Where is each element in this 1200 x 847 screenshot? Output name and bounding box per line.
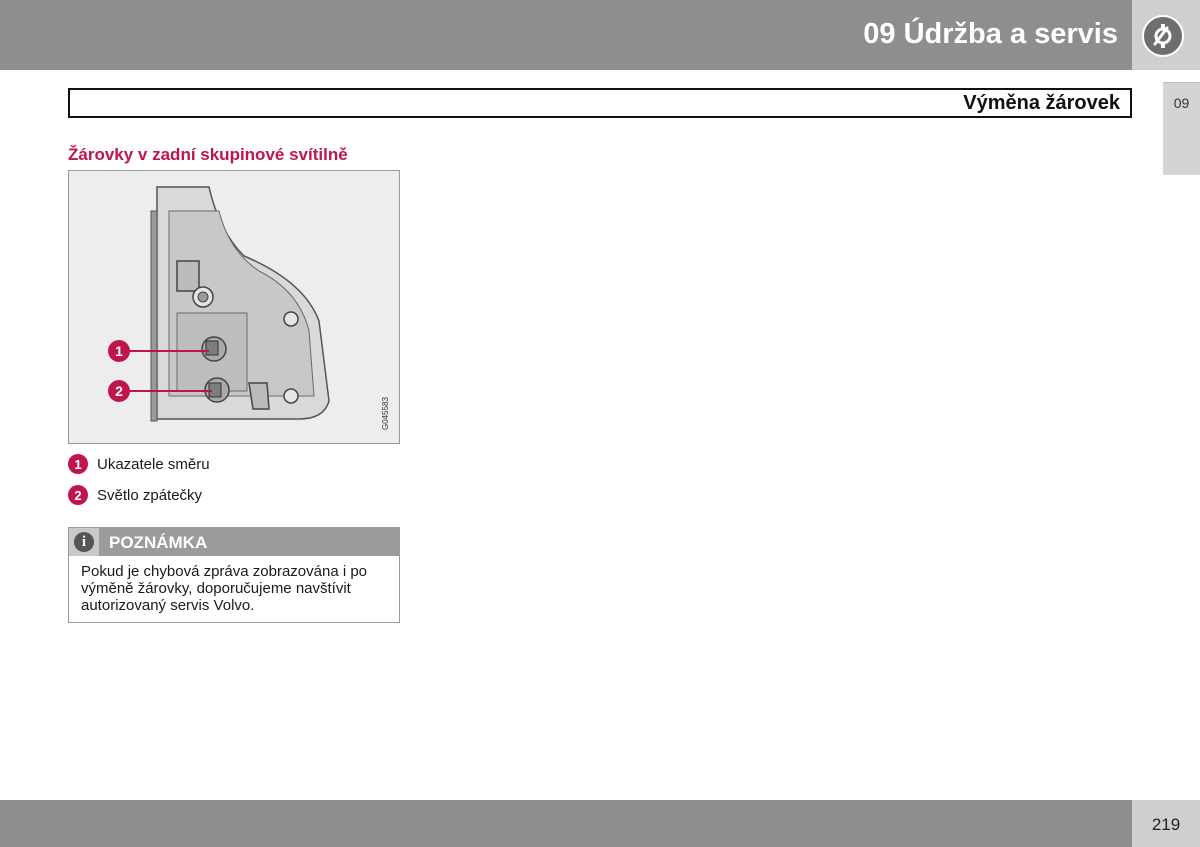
- figure-code: G045583: [381, 397, 390, 430]
- subheading: Žárovky v zadní skupinové svítilně: [68, 145, 348, 164]
- legend-number-2: 2: [68, 485, 88, 505]
- page-number: 219: [1151, 815, 1181, 834]
- note-icon-box: i: [69, 528, 99, 556]
- chapter-side-tab[interactable]: 09: [1163, 82, 1200, 175]
- legend-label-1: Ukazatele směru: [97, 455, 210, 473]
- legend-item: 1 Ukazatele směru: [68, 453, 210, 475]
- tail-light-figure: 1 2 G045583: [68, 170, 400, 444]
- note-box: i POZNÁMKA Pokud je chybová zpráva zobra…: [68, 527, 400, 623]
- section-title: Výměna žárovek: [963, 92, 1120, 114]
- tail-light-illustration: 1 2 G045583: [108, 186, 390, 430]
- legend-item: 2 Světlo zpátečky: [68, 484, 202, 506]
- note-title: POZNÁMKA: [109, 533, 208, 552]
- note-body: Pokud je chybová zpráva zobrazována i po…: [81, 563, 368, 614]
- info-icon: i: [74, 532, 94, 552]
- wrench-gear-icon: [1142, 15, 1184, 57]
- callout-2-label: 2: [115, 383, 123, 399]
- chapter-title: 09 Údržba a servis: [863, 18, 1118, 50]
- note-header: i POZNÁMKA: [69, 528, 399, 556]
- page-number-box: 219: [1132, 800, 1200, 847]
- section-title-box: Výměna žárovek: [68, 88, 1132, 118]
- callout-1-label: 1: [115, 343, 123, 359]
- legend-label-2: Světlo zpátečky: [97, 486, 203, 504]
- page-footer: [0, 800, 1132, 847]
- side-tab-label: 09: [1173, 95, 1190, 111]
- legend-number-1: 1: [68, 454, 88, 474]
